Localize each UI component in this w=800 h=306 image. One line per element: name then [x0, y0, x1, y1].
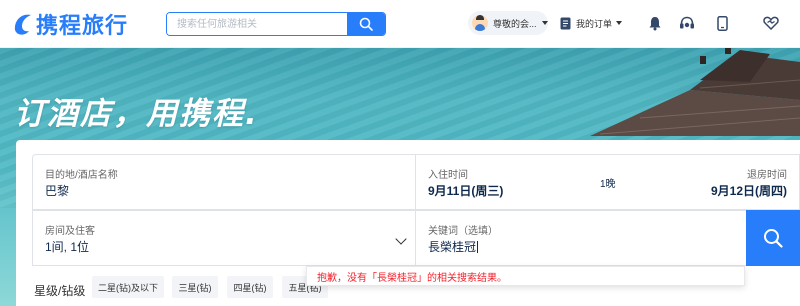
- chevron-down-icon: [616, 21, 623, 25]
- checkout-label: 退房时间: [747, 170, 787, 181]
- keyword-label: 关键词（选填）: [428, 226, 498, 237]
- heart-handshake-icon: [763, 16, 779, 30]
- dolphin-logo-icon: [14, 14, 31, 35]
- destination-field[interactable]: 目的地/酒店名称 巴黎: [32, 154, 416, 210]
- keyword-field[interactable]: 关键词（选填） 長榮桂冠: [415, 210, 747, 266]
- user-name: 尊敬的会...: [493, 18, 537, 29]
- banner-slogan: 订酒店，用携程.: [14, 96, 259, 132]
- logo-text: 携程旅行: [36, 14, 129, 39]
- nights-count: 1晚: [600, 179, 616, 190]
- star-option-3[interactable]: 三星(钻): [172, 276, 218, 298]
- rooms-guests-value: 1间, 1位: [45, 240, 90, 254]
- destination-value: 巴黎: [45, 184, 70, 198]
- notifications-button[interactable]: [646, 14, 664, 32]
- order-list-icon: [560, 17, 571, 29]
- checkout-value: 9月12日(周四): [710, 184, 787, 198]
- search-icon: [359, 17, 373, 31]
- headset-icon: [680, 16, 694, 28]
- page: 订酒店，用携程. 携程旅行 尊敬的会...: [0, 0, 800, 306]
- star-option-4[interactable]: 四星(钻): [227, 276, 273, 298]
- global-search-input[interactable]: [167, 13, 347, 35]
- star-option-2-below[interactable]: 二星(钻)及以下: [92, 276, 164, 298]
- customer-service-button[interactable]: [678, 14, 696, 32]
- my-orders-label: 我的订单: [576, 18, 613, 29]
- destination-label: 目的地/酒店名称: [45, 170, 118, 181]
- global-search: [166, 12, 386, 36]
- rooms-guests-label: 房间及住客: [45, 226, 95, 237]
- star-filter-label: 星级/钻级: [34, 284, 86, 298]
- my-orders-menu[interactable]: 我的订单: [560, 11, 623, 35]
- no-results-tooltip: 抱歉，没有「長榮桂冠」的相关搜索结果。: [306, 266, 745, 286]
- date-range-field[interactable]: 入住时间 9月11日(周三) 1晚 退房时间 9月12日(周四): [415, 154, 800, 210]
- keyword-input[interactable]: 長榮桂冠: [428, 238, 479, 255]
- top-header: 携程旅行 尊敬的会... 我的订单: [0, 0, 800, 48]
- checkin-value: 9月11日(周三): [428, 184, 504, 198]
- text-cursor: [477, 241, 479, 253]
- mobile-icon: [716, 15, 728, 31]
- search-icon: [764, 229, 783, 248]
- favorites-button[interactable]: [762, 14, 780, 32]
- rooms-guests-field[interactable]: 房间及住客 1间, 1位: [32, 210, 416, 266]
- hotel-search-button[interactable]: [746, 210, 800, 266]
- avatar: [472, 15, 488, 31]
- bell-icon: [649, 16, 661, 30]
- ctrip-logo[interactable]: 携程旅行: [12, 8, 128, 40]
- user-menu[interactable]: 尊敬的会...: [468, 11, 548, 35]
- chevron-down-icon: [541, 21, 548, 25]
- chevron-down-icon: [395, 233, 407, 245]
- checkin-label: 入住时间: [428, 170, 468, 181]
- global-search-button[interactable]: [347, 13, 385, 35]
- keyword-value: 長榮桂冠: [428, 240, 477, 254]
- mobile-app-button[interactable]: [713, 14, 731, 32]
